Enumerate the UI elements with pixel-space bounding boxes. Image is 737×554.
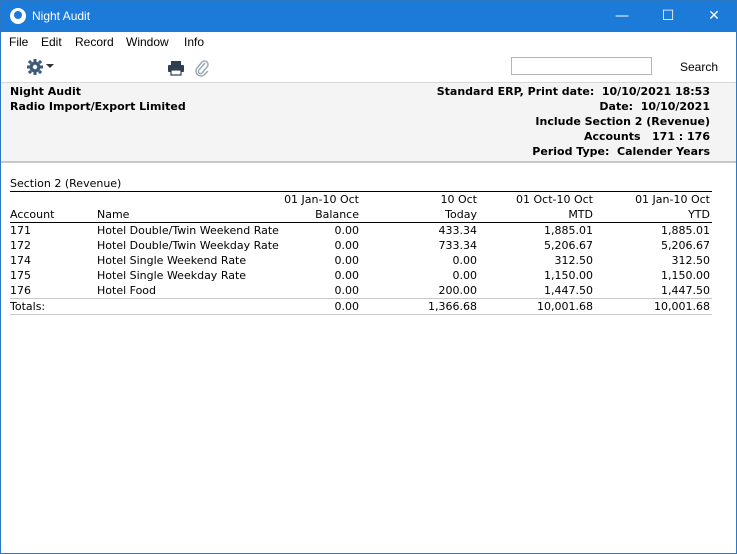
app-logo-icon <box>10 8 26 24</box>
table-cell-balance: 0.00 <box>334 284 360 297</box>
table-cell-mtd: 1,447.50 <box>544 284 593 297</box>
accounts-range-line: Accounts 171 : 176 <box>583 130 710 143</box>
search-button[interactable]: Search <box>680 60 718 74</box>
table-cell-mtd: 312.50 <box>554 254 594 267</box>
mtd-range-header: 01 Oct-10 Oct <box>516 193 593 206</box>
table-cell-balance: 0.00 <box>334 239 360 252</box>
table-cell-today: 200.00 <box>438 284 478 297</box>
totals-balance: 0.00 <box>334 300 360 313</box>
toolbar: Search <box>1 52 736 83</box>
paperclip-icon[interactable] <box>194 59 210 77</box>
ytd-range-header: 01 Jan-10 Oct <box>635 193 710 206</box>
header-divider <box>10 222 712 223</box>
night-audit-window: Night Audit — ☐ ✕ File Edit Record Windo… <box>0 0 737 554</box>
printer-icon[interactable] <box>167 60 185 76</box>
table-cell-name: Hotel Food <box>97 284 157 297</box>
totals-divider <box>10 298 712 299</box>
report-date-line: Date: 10/10/2021 <box>599 100 710 113</box>
table-cell-account: 171 <box>10 224 31 237</box>
gear-icon[interactable] <box>25 58 45 76</box>
company-name: Radio Import/Export Limited <box>10 100 186 113</box>
report-name: Night Audit <box>10 85 82 98</box>
table-cell-ytd: 1,447.50 <box>661 284 710 297</box>
balance-range-header: 01 Jan-10 Oct <box>284 193 359 206</box>
totals-label: Totals: <box>10 300 46 313</box>
period-type-line: Period Type: Calender Years <box>532 145 710 158</box>
section-title: Section 2 (Revenue) <box>10 177 122 190</box>
table-cell-balance: 0.00 <box>334 269 360 282</box>
table-cell-balance: 0.00 <box>334 254 360 267</box>
menu-info[interactable]: Info <box>184 35 204 49</box>
print-date-line: Standard ERP, Print date: 10/10/2021 18:… <box>436 85 710 98</box>
table-cell-today: 433.34 <box>438 224 478 237</box>
minimize-button[interactable]: — <box>599 1 645 32</box>
table-cell-ytd: 1,150.00 <box>661 269 710 282</box>
table-cell-mtd: 1,150.00 <box>544 269 593 282</box>
table-cell-today: 0.00 <box>452 254 478 267</box>
column-header-balance: Balance <box>315 208 359 221</box>
table-cell-today: 0.00 <box>452 269 478 282</box>
table-cell-ytd: 1,885.01 <box>661 224 710 237</box>
section-divider <box>10 191 712 192</box>
column-header-ytd: YTD <box>688 208 710 221</box>
close-button[interactable]: ✕ <box>691 1 737 32</box>
menu-file[interactable]: File <box>9 35 28 49</box>
table-cell-ytd: 312.50 <box>671 254 711 267</box>
maximize-button[interactable]: ☐ <box>645 1 691 32</box>
window-title: Night Audit <box>32 9 91 23</box>
include-section-line: Include Section 2 (Revenue) <box>535 115 710 128</box>
table-cell-name: Hotel Single Weekend Rate <box>97 254 247 267</box>
column-header-name: Name <box>97 208 130 221</box>
table-cell-name: Hotel Single Weekday Rate <box>97 269 247 282</box>
table-cell-today: 733.34 <box>438 239 478 252</box>
table-cell-account: 174 <box>10 254 31 267</box>
title-bar[interactable]: Night Audit — ☐ ✕ <box>1 1 736 32</box>
table-cell-account: 175 <box>10 269 31 282</box>
chevron-down-icon[interactable] <box>46 64 54 68</box>
table-cell-account: 172 <box>10 239 31 252</box>
table-bottom-divider <box>10 314 712 315</box>
table-cell-account: 176 <box>10 284 31 297</box>
today-range-header: 10 Oct <box>440 193 477 206</box>
report-header: Night Audit Radio Import/Export Limited … <box>1 83 736 163</box>
table-cell-mtd: 5,206.67 <box>544 239 593 252</box>
menu-bar: File Edit Record Window Info <box>1 32 736 52</box>
table-cell-mtd: 1,885.01 <box>544 224 593 237</box>
menu-record[interactable]: Record <box>75 35 114 49</box>
menu-window[interactable]: Window <box>126 35 169 49</box>
column-header-today: Today <box>445 208 477 221</box>
menu-edit[interactable]: Edit <box>41 35 62 49</box>
totals-today: 1,366.68 <box>428 300 477 313</box>
table-cell-balance: 0.00 <box>334 224 360 237</box>
search-input[interactable] <box>511 57 652 75</box>
column-header-account: Account <box>10 208 55 221</box>
table-cell-ytd: 5,206.67 <box>661 239 710 252</box>
totals-ytd: 10,001.68 <box>654 300 710 313</box>
report-body: Section 2 (Revenue) 01 Jan-10 Oct 10 Oct… <box>1 165 736 553</box>
column-header-mtd: MTD <box>568 208 593 221</box>
totals-mtd: 10,001.68 <box>537 300 593 313</box>
